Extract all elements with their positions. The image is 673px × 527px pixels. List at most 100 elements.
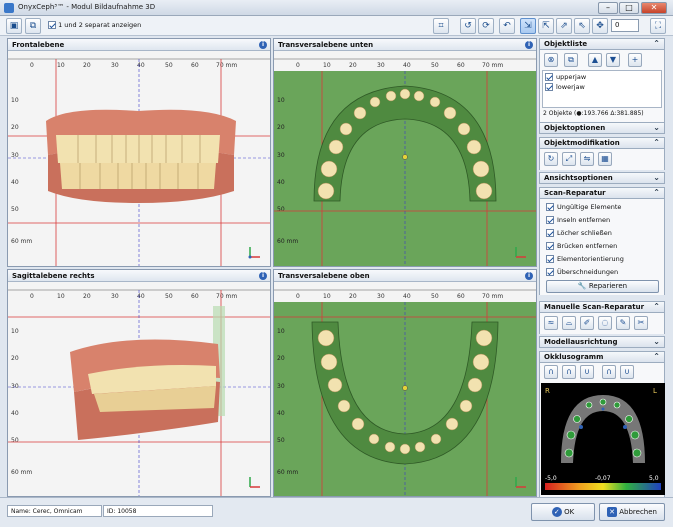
axis-x-icon[interactable]: ⇲: [520, 18, 536, 34]
arch-view-icon[interactable]: ∩: [544, 365, 558, 379]
section-scan-reparatur[interactable]: Scan-Reparatur ⌃: [539, 187, 665, 199]
lower-arch-icon[interactable]: ∪: [580, 365, 594, 379]
axis-y-icon[interactable]: ⇱: [538, 18, 554, 34]
dentition-front-image: [46, 109, 236, 203]
panel-title: Sagittalebene rechts: [12, 272, 95, 280]
panel-sagittal: Sagittalebene rechts i 0 10 20 30 40 50 6…: [7, 269, 271, 497]
tick: 30: [111, 62, 119, 69]
section-objektmodifikation[interactable]: Objektmodifikation ⌃: [539, 137, 665, 149]
svg-text:0: 0: [296, 62, 300, 69]
svg-text:20: 20: [349, 62, 357, 69]
undo-icon[interactable]: ↶: [499, 18, 515, 34]
delete-icon[interactable]: ⊗: [544, 53, 558, 67]
view-icon[interactable]: ▣: [6, 18, 22, 34]
chevron-up-icon: ⌃: [653, 39, 660, 48]
info-icon[interactable]: i: [525, 272, 533, 280]
info-icon[interactable]: i: [525, 41, 533, 49]
axis-z-icon[interactable]: ⇗: [556, 18, 572, 34]
svg-text:60 mm: 60 mm: [11, 238, 32, 245]
ok-button[interactable]: ✓ OK: [531, 503, 595, 521]
separate-checkbox[interactable]: [48, 21, 56, 29]
transversal-top-view[interactable]: 0 10 20 30 40 50 60 70 mm 10 20 30 40 50…: [274, 282, 536, 497]
object-list: upperjaw lowerjaw: [542, 70, 662, 108]
scale-icon[interactable]: ⤢: [562, 152, 576, 166]
mirror-icon[interactable]: ⇋: [580, 152, 594, 166]
section-objektliste[interactable]: Objektliste ⌃: [539, 38, 665, 50]
occlusogram-view[interactable]: R L -5,0 -0,07 5,0: [541, 383, 665, 495]
svg-text:10: 10: [323, 62, 331, 69]
section-manuelle-scan-reparatur[interactable]: Manuelle Scan-Reparatur ⌃: [539, 301, 665, 313]
dentition-side-image: [70, 339, 220, 440]
section-modellausrichtung[interactable]: Modellausrichtung ⌄: [539, 336, 665, 348]
fullscreen-icon[interactable]: ⛶: [650, 18, 666, 34]
brush-icon[interactable]: ✎: [616, 316, 630, 330]
angle-spinbox[interactable]: 0: [611, 19, 639, 32]
eraser-icon[interactable]: ✐: [580, 316, 594, 330]
svg-text:20: 20: [349, 293, 357, 300]
grid-icon[interactable]: ▦: [598, 152, 612, 166]
rotate-icon[interactable]: ↻: [544, 152, 558, 166]
smooth-icon[interactable]: ≈: [544, 316, 558, 330]
outline-upper-icon[interactable]: ∩: [602, 365, 616, 379]
layout-icon[interactable]: ⧉: [25, 18, 41, 34]
repair-option[interactable]: Inseln entfernen: [546, 216, 610, 224]
repair-button[interactable]: 🔧 Reparieren: [546, 280, 659, 293]
info-icon[interactable]: i: [259, 41, 267, 49]
window-title: OnyxCeph³™ - Modul Bildaufnahme 3D: [18, 3, 156, 11]
svg-text:70 mm: 70 mm: [482, 62, 503, 69]
move-up-icon[interactable]: ▲: [588, 53, 602, 67]
list-item[interactable]: lowerjaw: [545, 83, 585, 91]
minimize-button[interactable]: –: [598, 2, 618, 14]
axis-gizmo-icon: [248, 247, 260, 259]
repair-option[interactable]: Brücken entfernen: [546, 242, 617, 250]
repair-option[interactable]: Löcher schließen: [546, 229, 612, 237]
section-ansichtsoptionen[interactable]: Ansichtsoptionen ⌄: [539, 172, 665, 184]
toolbar: ▣ ⧉ 1 und 2 separat anzeigen ⌗ ↺ ⟳ ↶ ⇲ ⇱…: [0, 16, 673, 36]
svg-text:60: 60: [457, 293, 465, 300]
cut-icon[interactable]: ✂: [634, 316, 648, 330]
fill-icon[interactable]: ⌓: [562, 316, 576, 330]
duplicate-icon[interactable]: ⧉: [564, 53, 578, 67]
tick: 0: [30, 62, 34, 69]
repair-option[interactable]: Elementorientierung: [546, 255, 624, 263]
svg-text:10: 10: [277, 328, 285, 335]
add-icon[interactable]: +: [628, 53, 642, 67]
ruler-h: 0 10 20 30 40 50 60 70 mm: [30, 62, 237, 69]
svg-text:20: 20: [83, 293, 91, 300]
axis-free-icon[interactable]: ✥: [592, 18, 608, 34]
info-icon[interactable]: i: [259, 272, 267, 280]
repair-option[interactable]: Überschneidungen: [546, 268, 618, 276]
crop-icon[interactable]: ⌗: [433, 18, 449, 34]
occ-left-label: L: [653, 387, 657, 395]
move-down-icon[interactable]: ▼: [606, 53, 620, 67]
panel-title: Frontalebene: [12, 41, 65, 49]
transversal-bottom-view[interactable]: 0 10 20 30 40 50 60 70 mm 10 20 30 40 50…: [274, 51, 536, 267]
svg-text:40: 40: [11, 410, 19, 417]
sagittal-view[interactable]: 0 10 20 30 40 50 60 70 mm 10 20 30 40 50…: [8, 282, 270, 497]
rotate-link-icon[interactable]: ↺: [460, 18, 476, 34]
svg-text:60 mm: 60 mm: [11, 469, 32, 476]
axis-rot-icon[interactable]: ⇖: [574, 18, 590, 34]
svg-text:30: 30: [377, 62, 385, 69]
lasso-icon[interactable]: ◌: [598, 316, 612, 330]
svg-text:10: 10: [277, 97, 285, 104]
svg-text:30: 30: [277, 152, 285, 159]
separate-label: 1 und 2 separat anzeigen: [58, 21, 142, 29]
repair-option[interactable]: Ungültige Elemente: [546, 203, 621, 211]
frontal-view[interactable]: 0 10 20 30 40 50 60 70 mm 10 20 30 40 50…: [8, 51, 270, 267]
list-item[interactable]: upperjaw: [545, 73, 586, 81]
upper-arch-icon[interactable]: ∩: [562, 365, 576, 379]
close-button[interactable]: ✕: [641, 2, 667, 14]
axis-gizmo-icon: [249, 477, 260, 488]
svg-text:60 mm: 60 mm: [277, 469, 298, 476]
panel-frontal: Frontalebene i 0 10 20 30 40 50 60 70 mm …: [7, 38, 271, 267]
section-objektoptionen[interactable]: Objektoptionen ⌄: [539, 122, 665, 134]
maximize-button[interactable]: □: [619, 2, 639, 14]
cancel-button[interactable]: ✕ Abbrechen: [599, 503, 665, 521]
section-okklusogramm[interactable]: Okklusogramm ⌃: [539, 351, 665, 363]
color-scale-bar: [545, 483, 661, 490]
svg-text:50: 50: [165, 293, 173, 300]
svg-text:20: 20: [11, 355, 19, 362]
refresh-icon[interactable]: ⟳: [478, 18, 494, 34]
outline-lower-icon[interactable]: ∪: [620, 365, 634, 379]
